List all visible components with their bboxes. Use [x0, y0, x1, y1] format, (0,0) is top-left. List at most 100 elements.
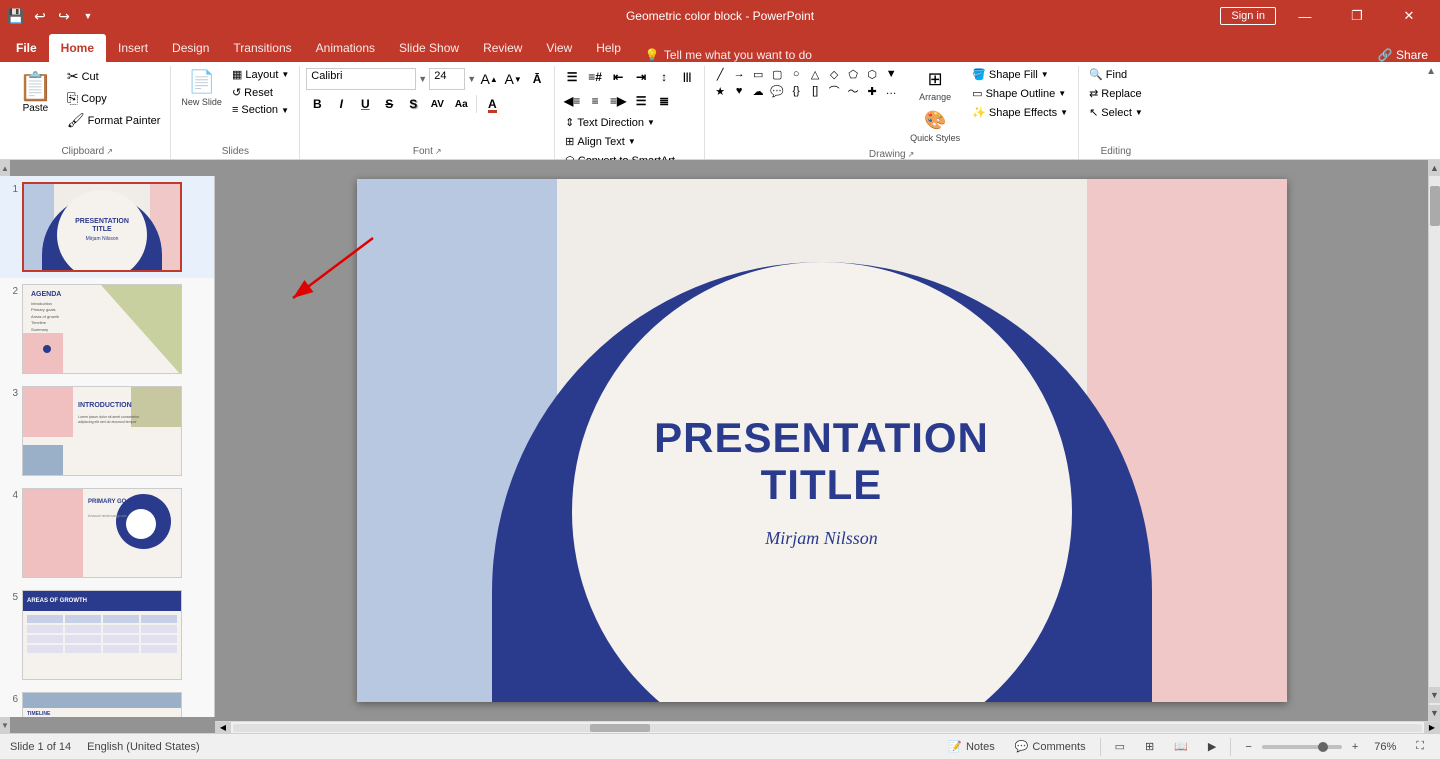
layout-button[interactable]: ▦ Layout ▼ [228, 66, 293, 83]
zoom-thumb[interactable] [1318, 742, 1328, 752]
tab-home[interactable]: Home [49, 34, 106, 62]
increase-font-button[interactable]: A▲ [478, 68, 500, 90]
save-icon[interactable]: 💾 [8, 8, 24, 24]
shape-hexagon[interactable]: ⬡ [863, 66, 881, 82]
slide-item-6[interactable]: 6 TIMELINE [0, 686, 214, 717]
tab-review[interactable]: Review [471, 34, 534, 62]
slide-canvas[interactable]: PRESENTATION TITLE Mirjam Nilsson [357, 179, 1287, 702]
zoom-out-button[interactable]: − [1239, 739, 1257, 755]
section-button[interactable]: ≡ Section ▼ [228, 102, 293, 118]
strikethrough-button[interactable]: S [378, 93, 400, 115]
slide-panel-scroll-down[interactable]: ▼ [0, 717, 10, 733]
slide-sorter-button[interactable]: ⊞ [1139, 738, 1160, 755]
shape-rounded-rect[interactable]: ▢ [768, 66, 786, 82]
tab-design[interactable]: Design [160, 34, 221, 62]
copy-button[interactable]: ⎘ Copy [63, 88, 165, 109]
minimize-button[interactable]: — [1282, 0, 1328, 32]
canvas-scroll-thumb[interactable] [1430, 186, 1440, 226]
canvas-area[interactable]: PRESENTATION TITLE Mirjam Nilsson [215, 160, 1428, 721]
slide-item-5[interactable]: 5 AREAS OF GROWTH [0, 584, 214, 686]
undo-icon[interactable]: ↩ [32, 8, 48, 24]
line-spacing-button[interactable]: ↕ [653, 66, 675, 88]
comments-button[interactable]: 💬 Comments [1009, 738, 1092, 755]
right-align-button[interactable]: ≡▶ [607, 90, 629, 112]
restore-button[interactable]: ❐ [1334, 0, 1380, 32]
tab-help[interactable]: Help [584, 34, 633, 62]
columns-button[interactable]: ||| [676, 66, 698, 88]
canvas-scroll-down[interactable]: ▼ [1429, 687, 1440, 703]
font-name-dropdown[interactable]: ▼ [418, 74, 427, 84]
share-button[interactable]: 🔗 Share [1378, 48, 1428, 62]
align-text-button[interactable]: ⊞ Align Text ▼ [561, 133, 640, 150]
slide-author[interactable]: Mirjam Nilsson [765, 528, 878, 549]
bullets-button[interactable]: ☰ [561, 66, 583, 88]
format-painter-button[interactable]: 🖌 Format Painter [63, 110, 165, 131]
shape-oval[interactable]: ○ [787, 66, 805, 82]
canvas-hscroll-right[interactable]: ▶ [1424, 722, 1440, 734]
slide-item-4[interactable]: 4 PRIMARY GOALS Annual revenue goals [0, 482, 214, 584]
canvas-hscroll-thumb[interactable] [590, 724, 650, 732]
notes-button[interactable]: 📝 Notes [942, 738, 1000, 755]
slide-title[interactable]: PRESENTATION TITLE [654, 415, 989, 507]
shape-heart[interactable]: ♥ [730, 83, 748, 99]
zoom-level[interactable]: 76% [1368, 739, 1402, 755]
justify-button[interactable]: ☰ [630, 90, 652, 112]
tab-view[interactable]: View [534, 34, 584, 62]
reading-view-button[interactable]: 📖 [1168, 738, 1194, 755]
shape-rect[interactable]: ▭ [749, 66, 767, 82]
shape-outline-button[interactable]: ▭ Shape Outline ▼ [968, 85, 1072, 102]
slide-item-3[interactable]: 3 INTRODUCTION Lorem ipsum dolor sit ame… [0, 380, 214, 482]
font-color-button[interactable]: A [481, 93, 503, 115]
normal-view-button[interactable]: ▭ [1109, 738, 1131, 755]
paste-button[interactable]: 📋 Paste [10, 66, 61, 118]
select-button[interactable]: ↖ Select ▼ [1085, 104, 1147, 121]
tab-transitions[interactable]: Transitions [221, 34, 303, 62]
slide-panel-scroll-up[interactable]: ▲ [0, 160, 10, 176]
shape-pentagon[interactable]: ⬠ [844, 66, 862, 82]
font-name-selector[interactable]: Calibri [306, 68, 416, 90]
shape-more[interactable]: ▼ [882, 66, 900, 82]
reset-button[interactable]: ↺ Reset [228, 84, 293, 101]
canvas-hscroll-left[interactable]: ◀ [215, 722, 231, 734]
shape-triangle[interactable]: △ [806, 66, 824, 82]
change-case-button[interactable]: Aa [450, 93, 472, 115]
canvas-scroll-up[interactable]: ▲ [1429, 160, 1440, 176]
shape-star[interactable]: ★ [711, 83, 729, 99]
shape-cross[interactable]: ✚ [863, 83, 881, 99]
find-button[interactable]: 🔍 Find [1085, 66, 1147, 83]
shape-effects-button[interactable]: ✨ Shape Effects ▼ [968, 104, 1072, 121]
slide-item-2[interactable]: 2 AGENDA IntroductionPrimary goalsAreas … [0, 278, 214, 380]
tell-me-input[interactable]: Tell me what you want to do [664, 48, 812, 62]
new-slide-button[interactable]: 📄 New Slide [177, 66, 226, 110]
bold-button[interactable]: B [306, 93, 328, 115]
decrease-indent-button[interactable]: ⇤ [607, 66, 629, 88]
close-button[interactable]: ✕ [1386, 0, 1432, 32]
shape-diamond[interactable]: ◇ [825, 66, 843, 82]
zoom-in-button[interactable]: + [1346, 739, 1364, 755]
center-align-button[interactable]: ≡ [584, 90, 606, 112]
cut-button[interactable]: ✂ Cut [63, 66, 165, 87]
fit-slide-button[interactable]: ⛶ [1410, 738, 1430, 755]
shape-line[interactable]: ╱ [711, 66, 729, 82]
drawing-expand-icon[interactable]: ↗ [908, 150, 915, 159]
quick-access-customize[interactable]: ▼ [80, 8, 96, 24]
shape-brace[interactable]: [] [806, 83, 824, 99]
decrease-font-button[interactable]: A▼ [502, 68, 524, 90]
tab-file[interactable]: File [4, 34, 49, 62]
increase-indent-button[interactable]: ⇥ [630, 66, 652, 88]
redo-icon[interactable]: ↪ [56, 8, 72, 24]
tab-insert[interactable]: Insert [106, 34, 160, 62]
shape-fill-button[interactable]: 🪣 Shape Fill ▼ [968, 66, 1072, 83]
shape-more2[interactable]: … [882, 83, 900, 99]
replace-button[interactable]: ⇄ Replace [1085, 85, 1147, 102]
font-expand-icon[interactable]: ↗ [435, 147, 442, 156]
slideshow-view-button[interactable]: ▶ [1202, 738, 1222, 755]
quick-styles-button[interactable]: 🎨 Quick Styles [906, 107, 964, 146]
left-align-button[interactable]: ◀≡ [561, 90, 583, 112]
text-direction-button[interactable]: ⇕ Text Direction ▼ [561, 114, 659, 131]
numbering-button[interactable]: ≡# [584, 66, 606, 88]
text-shadow-button[interactable]: S [402, 93, 424, 115]
tab-animations[interactable]: Animations [304, 34, 387, 62]
shape-bracket[interactable]: {} [787, 83, 805, 99]
arrange-button[interactable]: ⊞ Arrange [906, 66, 964, 105]
